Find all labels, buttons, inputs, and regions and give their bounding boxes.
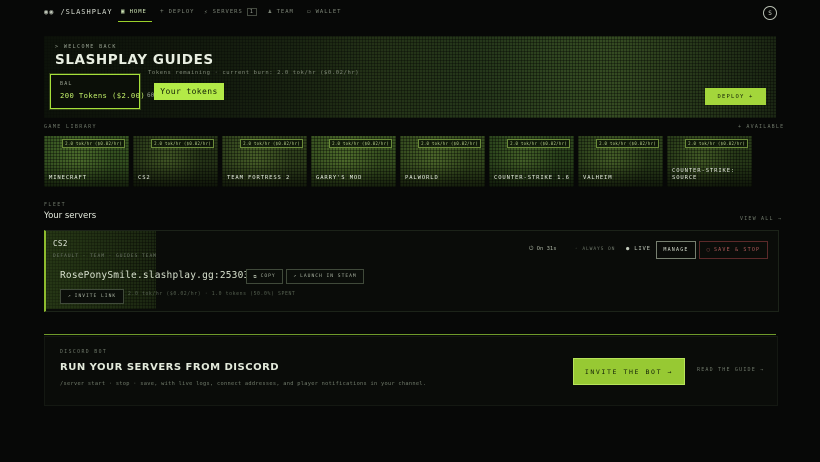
welcome-label: > WELCOME BACK <box>55 44 117 50</box>
nav-item-deploy[interactable]: + DEPLOY <box>160 8 195 15</box>
available-link[interactable]: + AVAILABLE <box>738 124 784 130</box>
status-badge: ● LIVE <box>626 246 651 252</box>
invite-bot-label: INVITE THE BOT → <box>584 367 674 376</box>
manage-button[interactable]: MANAGE <box>656 241 696 259</box>
discord-title: RUN YOUR SERVERS FROM DISCORD <box>60 362 280 373</box>
brand-icon: ◉◉ <box>44 8 55 16</box>
save-stop-label: SAVE & STOP <box>713 247 761 253</box>
nav-item-label: TEAM <box>276 8 294 15</box>
status-dot-icon: ● <box>626 246 631 252</box>
game-name: CS2 <box>138 175 151 181</box>
game-name: COUNTER-STRIKE: SOURCE <box>672 168 736 181</box>
view-all-link[interactable]: VIEW ALL → <box>740 216 782 222</box>
balance-label: BAL <box>60 81 73 87</box>
invite-link-label: INVITE LINK <box>74 294 117 299</box>
servers-icon: ⚡ <box>204 8 209 16</box>
nav-item-home[interactable]: ▣ HOME <box>121 8 147 15</box>
game-card[interactable]: 2.0 tok/hr ($0.02/hr) GARRY'S MOD <box>311 136 396 187</box>
servers-heading: Your servers <box>44 211 97 221</box>
launch-steam-button[interactable]: ↗ LAUNCH IN STEAM <box>286 269 364 284</box>
discord-label: DISCORD BOT <box>60 350 108 355</box>
manage-button-label: MANAGE <box>663 247 689 253</box>
nav-item-wallet[interactable]: ▭ WALLET <box>307 8 342 15</box>
game-name: TEAM FORTRESS 2 <box>227 175 291 181</box>
game-price-chip: 2.0 tok/hr ($0.02/hr) <box>151 139 214 148</box>
deploy-button[interactable]: DEPLOY + <box>705 88 766 105</box>
hero-subtitle: Tokens remaining · current burn: 2.0 tok… <box>148 70 360 76</box>
game-name: GARRY'S MOD <box>316 175 363 181</box>
wallet-icon: ▭ <box>307 8 312 15</box>
discord-subtitle: /server start · stop · save, with live l… <box>60 381 427 387</box>
save-stop-button[interactable]: ▢ SAVE & STOP <box>699 241 768 259</box>
game-price-chip: 2.0 tok/hr ($0.02/hr) <box>62 139 125 148</box>
game-card[interactable]: 2.0 tok/hr ($0.02/hr) VALHEIM <box>578 136 663 187</box>
always-on-toggle[interactable]: ◦ ALWAYS ON <box>575 247 615 252</box>
invite-link-button[interactable]: ↗ INVITE LINK <box>60 289 124 304</box>
deploy-button-label: DEPLOY + <box>717 93 754 100</box>
read-guide-link[interactable]: READ THE GUIDE → <box>697 367 764 373</box>
game-price-chip: 2.0 tok/hr ($0.02/hr) <box>418 139 481 148</box>
nav-item-team[interactable]: ♟ TEAM <box>268 8 294 15</box>
toggle-icon: ◦ <box>575 247 579 252</box>
server-name: CS2 <box>53 239 68 248</box>
server-usage-note: 2.0 tok/hr ($0.02/hr) · 1.0 tokens (50.0… <box>128 292 296 297</box>
game-price-chip: 2.0 tok/hr ($0.02/hr) <box>240 139 303 148</box>
stop-icon: ▢ <box>706 247 711 253</box>
game-price-chip: 2.0 tok/hr ($0.02/hr) <box>685 139 748 148</box>
game-card[interactable]: 2.0 tok/hr ($0.02/hr) COUNTER-STRIKE: SOU… <box>667 136 752 187</box>
page-title: SLASHPLAY GUIDES <box>55 52 214 68</box>
team-icon: ♟ <box>268 8 273 15</box>
nav-item-label: DEPLOY <box>168 8 195 15</box>
always-on-label: ALWAYS ON <box>582 247 616 252</box>
game-name: MINECRAFT <box>49 175 87 181</box>
launch-button-label: LAUNCH IN STEAM <box>300 274 357 279</box>
nav-item-label: HOME <box>129 8 147 15</box>
game-card[interactable]: 2.0 tok/hr ($0.02/hr) COUNTER-STRIKE 1.6 <box>489 136 574 187</box>
game-price-chip: 2.0 tok/hr ($0.02/hr) <box>507 139 570 148</box>
plus-icon: + <box>160 8 165 15</box>
server-address: RosePonySmile.slashplay.gg:25303 <box>60 270 250 281</box>
game-price-chip: 2.0 tok/hr ($0.02/hr) <box>596 139 659 148</box>
game-name: VALHEIM <box>583 175 613 181</box>
nav-item-servers[interactable]: ⚡ SERVERS 1 <box>204 8 257 16</box>
copy-button-label: COPY <box>260 274 276 279</box>
game-name: PALWORLD <box>405 175 439 181</box>
status-text: LIVE <box>634 246 651 252</box>
link-icon: ↗ <box>67 294 72 299</box>
copy-icon: ⧉ <box>253 274 258 280</box>
nav-active-indicator <box>118 21 152 22</box>
external-link-icon: ↗ <box>293 274 298 279</box>
uptime-indicator: ⏻ On 31s <box>529 246 557 253</box>
power-icon: ⏻ <box>529 246 534 252</box>
balance-value: 200 Tokens ($2.00) <box>60 91 146 100</box>
copy-button[interactable]: ⧉ COPY <box>246 269 283 284</box>
game-card[interactable]: 2.0 tok/hr ($0.02/hr) PALWORLD <box>400 136 485 187</box>
game-name: COUNTER-STRIKE 1.6 <box>494 175 570 181</box>
nav-item-label: SERVERS <box>212 9 243 15</box>
brand-label: /SLASHPLAY <box>60 8 113 16</box>
game-price-chip: 2.0 tok/hr ($0.02/hr) <box>329 139 392 148</box>
game-library-label: GAME LIBRARY <box>44 124 97 130</box>
game-card[interactable]: 2.0 tok/hr ($0.02/hr) TEAM FORTRESS 2 <box>222 136 307 187</box>
avatar[interactable]: S <box>763 6 777 20</box>
uptime-text: On 31s <box>536 246 557 252</box>
fleet-label: FLEET <box>44 202 67 208</box>
nav-item-label: WALLET <box>315 8 342 15</box>
servers-count-badge: 1 <box>246 8 257 16</box>
game-card[interactable]: 2.0 tok/hr ($0.02/hr) MINECRAFT <box>44 136 129 187</box>
tokens-tooltip: Your tokens <box>154 83 224 100</box>
server-meta: DEFAULT · TEAM · GUIDES TEAM <box>53 254 157 259</box>
hero-overlay <box>44 36 776 118</box>
section-divider <box>44 334 776 335</box>
home-icon: ▣ <box>121 8 126 15</box>
invite-bot-button[interactable]: INVITE THE BOT → <box>573 358 685 385</box>
game-card[interactable]: 2.0 tok/hr ($0.02/hr) CS2 <box>133 136 218 187</box>
brand-logo[interactable]: ◉◉ /SLASHPLAY <box>44 8 113 16</box>
